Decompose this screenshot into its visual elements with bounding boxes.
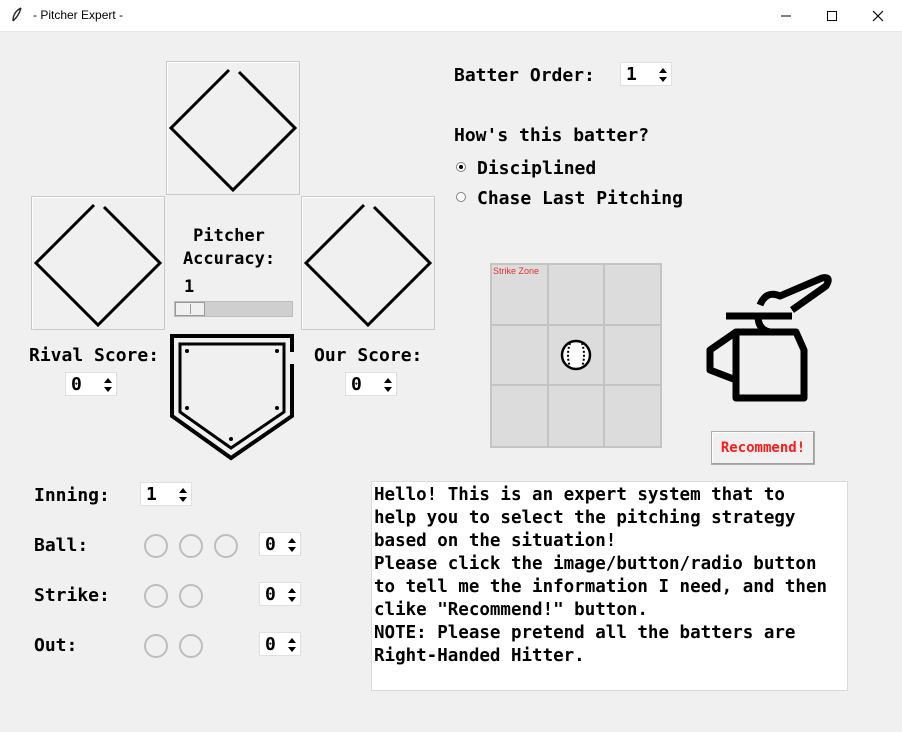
strike-zone-label: Strike Zone [493, 266, 539, 276]
spin-arrows-icon[interactable] [285, 635, 299, 655]
batter-order-value: 1 [626, 64, 637, 85]
strike-value: 0 [265, 584, 276, 605]
rival-score-spinbox[interactable]: 0 [65, 372, 117, 396]
out-label: Out: [34, 635, 78, 656]
out-value: 0 [265, 634, 276, 655]
ball-indicator [179, 534, 203, 558]
strike-indicator [179, 584, 203, 608]
our-score-spinbox[interactable]: 0 [345, 372, 397, 396]
strike-label: Strike: [34, 585, 110, 606]
spin-arrows-icon[interactable] [381, 375, 395, 395]
inning-value: 1 [146, 484, 157, 505]
batter-order-spinbox[interactable]: 1 [620, 62, 672, 86]
radio-chase-last-pitching[interactable]: Chase Last Pitching [455, 186, 695, 212]
out-spinbox[interactable]: 0 [259, 632, 301, 656]
maximize-icon [827, 10, 837, 21]
pitcher-accuracy-value: 1 [184, 277, 195, 297]
rival-score-value: 0 [71, 374, 82, 395]
base-diamond-icon [168, 68, 298, 193]
base-diamond-icon [303, 203, 433, 328]
radio-label: Disciplined [477, 158, 597, 179]
minimize-button[interactable] [763, 0, 809, 31]
slider-thumb[interactable] [175, 302, 205, 316]
our-score-label: Our Score: [314, 345, 423, 366]
out-indicator [179, 634, 203, 658]
batter-question: How's this batter? [454, 125, 650, 146]
rival-score-label: Rival Score: [29, 345, 160, 366]
out-indicator [144, 634, 168, 658]
ball-indicator [144, 534, 168, 558]
strike-zone-grid[interactable]: Strike Zone [490, 263, 663, 449]
spin-arrows-icon[interactable] [285, 535, 299, 555]
close-icon [872, 10, 884, 21]
inning-spinbox[interactable]: 1 [140, 482, 192, 506]
home-plate-icon[interactable] [168, 332, 298, 462]
third-base-button[interactable] [31, 196, 165, 330]
base-diamond-icon [33, 203, 163, 328]
spin-arrows-icon[interactable] [285, 585, 299, 605]
ball-spinbox[interactable]: 0 [259, 532, 301, 556]
radio-disciplined[interactable]: Disciplined [455, 156, 695, 182]
spin-arrows-icon[interactable] [176, 485, 190, 505]
batter-icon[interactable] [700, 270, 835, 405]
spin-arrows-icon[interactable] [101, 375, 115, 395]
ball-value: 0 [265, 534, 276, 555]
feather-icon [12, 7, 22, 22]
radio-indicator[interactable] [456, 192, 466, 202]
batter-order-label: Batter Order: [454, 65, 595, 86]
strike-indicator [144, 584, 168, 608]
ball-label: Ball: [34, 535, 89, 556]
strike-spinbox[interactable]: 0 [259, 582, 301, 606]
spin-arrows-icon[interactable] [656, 65, 670, 85]
inning-label: Inning: [34, 485, 110, 506]
recommend-button[interactable]: Recommend! [711, 431, 815, 465]
window-title: - Pitcher Expert - [33, 8, 124, 22]
second-base-button[interactable] [166, 61, 300, 195]
our-score-value: 0 [351, 374, 362, 395]
pitcher-accuracy-label: Pitcher Accuracy: [182, 226, 276, 269]
message-textbox[interactable]: Hello! This is an expert system that to … [371, 481, 848, 691]
radio-label: Chase Last Pitching [477, 188, 683, 209]
ball-indicator [214, 534, 238, 558]
close-button[interactable] [855, 0, 901, 31]
minimize-icon [781, 15, 791, 16]
baseball-icon [560, 339, 592, 371]
first-base-button[interactable] [301, 196, 435, 330]
radio-indicator[interactable] [456, 162, 466, 172]
maximize-button[interactable] [809, 0, 855, 31]
